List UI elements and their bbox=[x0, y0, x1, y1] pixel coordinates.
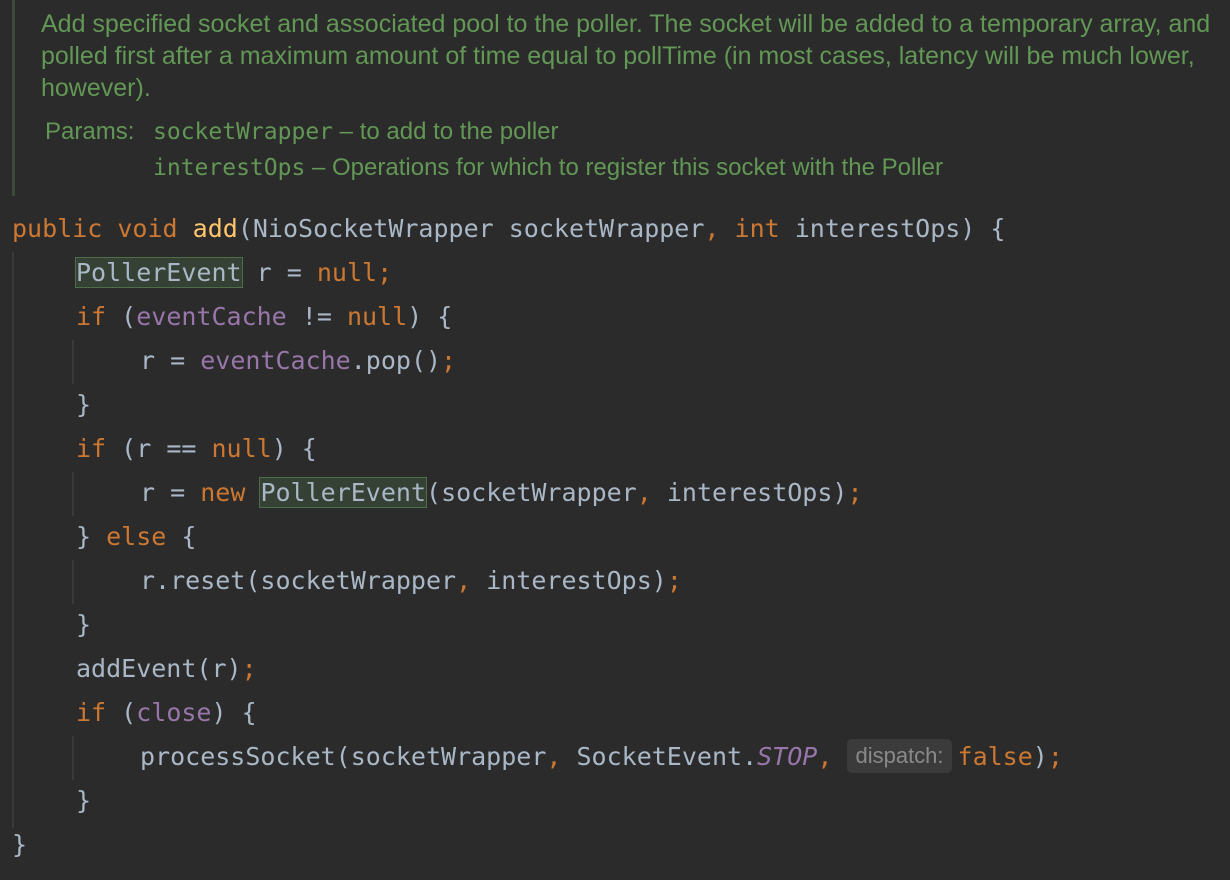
keyword-public: public bbox=[12, 214, 103, 243]
method-signature-rest: interestOps) { bbox=[779, 214, 1006, 243]
code-line[interactable]: r = new PollerEvent(socketWrapper, inter… bbox=[0, 471, 1230, 515]
javadoc-param-name: socketWrapper bbox=[153, 119, 334, 145]
keyword-if: if bbox=[76, 302, 107, 331]
keyword-if: if bbox=[76, 434, 107, 463]
semicolon: ; bbox=[666, 566, 682, 595]
code-text: ) { bbox=[271, 434, 317, 463]
method-call: processSocket(socketWrapper bbox=[140, 742, 547, 771]
closing-brace: } bbox=[76, 390, 92, 419]
semicolon: ; bbox=[377, 258, 393, 287]
method-signature: (NioSocketWrapper socketWrapper bbox=[237, 214, 705, 243]
javadoc-params-label: Params: bbox=[45, 118, 135, 145]
code-text: r.reset(socketWrapper bbox=[140, 566, 457, 595]
usage-highlight-type[interactable]: PollerEvent bbox=[75, 257, 243, 288]
code-text: ( bbox=[106, 698, 137, 727]
code-line[interactable]: public void add(NioSocketWrapper socketW… bbox=[0, 207, 1230, 251]
code-line[interactable]: } bbox=[0, 779, 1230, 823]
comma: , bbox=[704, 214, 720, 243]
comma: , bbox=[456, 566, 472, 595]
javadoc-description: Add specified socket and associated pool… bbox=[41, 10, 1211, 102]
code-text: ) { bbox=[211, 698, 257, 727]
comma: , bbox=[636, 478, 652, 507]
code-editor[interactable]: Add specified socket and associated pool… bbox=[0, 0, 1230, 880]
keyword-null: null bbox=[346, 302, 408, 331]
code-line[interactable]: } else { bbox=[0, 515, 1230, 559]
comma: , bbox=[817, 742, 833, 771]
semicolon: ; bbox=[847, 478, 863, 507]
javadoc-param: interestOps – Operations for which to re… bbox=[153, 152, 943, 184]
code-text: ) bbox=[1032, 742, 1048, 771]
closing-brace: } bbox=[76, 786, 92, 815]
code-text: interestOps) bbox=[471, 566, 667, 595]
code-line[interactable]: addEvent(r); bbox=[0, 647, 1230, 691]
field-reference[interactable]: close bbox=[136, 698, 211, 727]
keyword-null: null bbox=[316, 258, 378, 287]
parameter-name-hint: dispatch: bbox=[847, 739, 952, 773]
javadoc-param: socketWrapper – to add to the poller bbox=[153, 116, 559, 148]
code-line[interactable]: } bbox=[0, 383, 1230, 427]
code-text: ) { bbox=[407, 302, 453, 331]
static-constant[interactable]: STOP bbox=[757, 742, 817, 771]
javadoc-block: Add specified socket and associated pool… bbox=[12, 0, 1222, 196]
javadoc-param-name: interestOps bbox=[153, 155, 306, 181]
closing-brace: } bbox=[12, 830, 28, 859]
semicolon: ; bbox=[1047, 742, 1063, 771]
keyword-int: int bbox=[734, 214, 780, 243]
field-reference[interactable]: eventCache bbox=[200, 346, 351, 375]
keyword-false: false bbox=[957, 742, 1033, 771]
code-line[interactable]: if (r == null) { bbox=[0, 427, 1230, 471]
javadoc-param-text: – to add to the poller bbox=[333, 118, 559, 145]
code-text: SocketEvent. bbox=[561, 742, 758, 771]
code-line[interactable]: if (close) { bbox=[0, 691, 1230, 735]
keyword-void: void bbox=[117, 214, 178, 243]
code-text: != bbox=[286, 302, 347, 331]
field-reference[interactable]: eventCache bbox=[136, 302, 287, 331]
code-text: r = bbox=[241, 258, 317, 287]
closing-brace: } bbox=[76, 522, 107, 551]
code-line[interactable]: } bbox=[0, 823, 1230, 867]
code-text: r = bbox=[140, 478, 201, 507]
method-call: addEvent(r) bbox=[76, 654, 242, 683]
code-text: (r == bbox=[106, 434, 212, 463]
code-text: interestOps) bbox=[651, 478, 848, 507]
javadoc-param-text: – Operations for which to register this … bbox=[305, 154, 943, 181]
code-text: ( bbox=[106, 302, 137, 331]
code-line[interactable]: if (eventCache != null) { bbox=[0, 295, 1230, 339]
usage-highlight-type[interactable]: PollerEvent bbox=[259, 477, 428, 508]
code-text: r = bbox=[140, 346, 201, 375]
method-call: .pop() bbox=[350, 346, 442, 375]
code-text: (socketWrapper bbox=[426, 478, 637, 507]
semicolon: ; bbox=[241, 654, 257, 683]
code-line[interactable]: r = eventCache.pop(); bbox=[0, 339, 1230, 383]
code-line[interactable]: PollerEvent r = null; bbox=[0, 251, 1230, 295]
code-line[interactable]: processSocket(socketWrapper, SocketEvent… bbox=[0, 735, 1230, 779]
keyword-null: null bbox=[211, 434, 272, 463]
closing-brace: } bbox=[76, 610, 92, 639]
code-line[interactable]: r.reset(socketWrapper, interestOps); bbox=[0, 559, 1230, 603]
semicolon: ; bbox=[441, 346, 457, 375]
code-line[interactable]: } bbox=[0, 603, 1230, 647]
code-text: { bbox=[166, 522, 197, 551]
keyword-else: else bbox=[106, 522, 167, 551]
keyword-new: new bbox=[200, 478, 246, 507]
comma: , bbox=[546, 742, 562, 771]
method-name[interactable]: add bbox=[193, 214, 238, 243]
keyword-if: if bbox=[76, 698, 107, 727]
